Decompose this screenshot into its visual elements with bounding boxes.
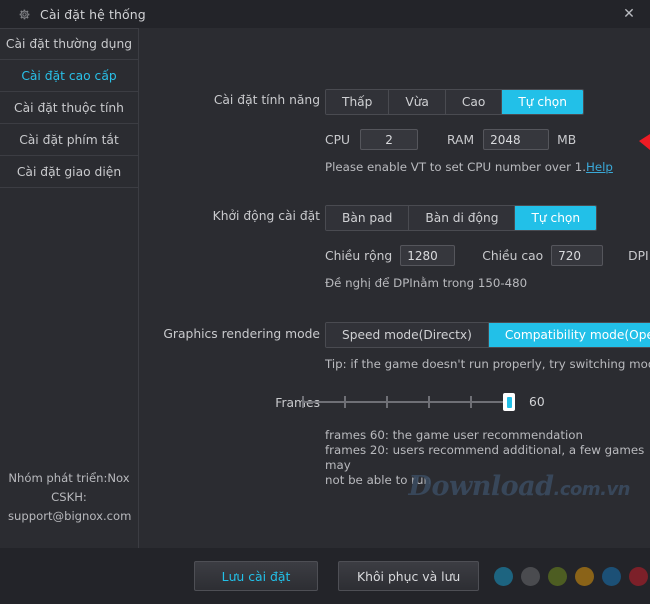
graphics-mode-group[interactable]: Speed mode(Directx) Compatibility mode(O… xyxy=(325,322,650,348)
vt-hint: Please enable VT to set CPU number over … xyxy=(325,160,613,174)
startup-option-tuchon[interactable]: Tự chọn xyxy=(515,206,596,230)
performance-option-cao[interactable]: Cao xyxy=(446,90,502,114)
slider-track xyxy=(302,401,515,403)
color-dot xyxy=(548,567,567,586)
dpi-hint: Đề nghị để DPInằm trong 150-480 xyxy=(325,276,527,290)
startup-section-label: Khởi động cài đặt xyxy=(139,209,320,223)
help-link[interactable]: Help xyxy=(586,160,613,174)
support-label: CSKH: xyxy=(8,488,130,507)
width-label: Chiều rộng xyxy=(325,249,392,263)
red-arrow-annotation xyxy=(637,100,650,172)
sidebar-item-label: Cài đặt cao cấp xyxy=(21,69,116,83)
frames-section-label: Frames xyxy=(139,396,320,410)
height-label: Chiều cao xyxy=(482,249,543,263)
performance-option-thap[interactable]: Thấp xyxy=(326,90,389,114)
graphics-option-directx[interactable]: Speed mode(Directx) xyxy=(326,323,489,347)
performance-option-vua[interactable]: Vừa xyxy=(389,90,446,114)
resolution-row: Chiều rộng Chiều cao DPI xyxy=(325,245,650,266)
color-dot xyxy=(575,567,594,586)
developer-team-text: Nhóm phát triển:Nox xyxy=(8,469,130,488)
gear-icon xyxy=(18,8,31,21)
performance-section-label: Cài đặt tính năng xyxy=(139,93,320,107)
cpu-ram-row: CPU RAM MB xyxy=(325,129,576,150)
color-dot xyxy=(521,567,540,586)
height-input[interactable] xyxy=(551,245,603,266)
graphics-tip: Tip: if the game doesn't run properly, t… xyxy=(325,357,650,371)
sidebar-item-thuoc-tinh[interactable]: Cài đặt thuộc tính xyxy=(0,92,138,124)
slider-tick xyxy=(470,396,472,408)
color-dot xyxy=(629,567,648,586)
graphics-section-label: Graphics rendering mode xyxy=(139,327,320,341)
support-email: support@bignox.com xyxy=(8,507,130,526)
cpu-label: CPU xyxy=(325,133,350,147)
width-input[interactable] xyxy=(400,245,455,266)
performance-option-tuchon[interactable]: Tự chọn xyxy=(502,90,583,114)
slider-tick xyxy=(344,396,346,408)
sidebar-item-label: Cài đặt thường dụng xyxy=(6,37,132,51)
startup-option-ban-pad[interactable]: Bàn pad xyxy=(326,206,409,230)
sidebar-item-phim-tat[interactable]: Cài đặt phím tắt xyxy=(0,124,138,156)
sidebar-item-label: Cài đặt giao diện xyxy=(17,165,121,179)
startup-mode-group[interactable]: Bàn pad Bàn di động Tự chọn xyxy=(325,205,597,231)
performance-mode-group[interactable]: Thấp Vừa Cao Tự chọn xyxy=(325,89,584,115)
watermark-suffix: .com.vn xyxy=(553,479,630,500)
system-settings-window: Cài đặt hệ thống ✕ Cài đặt thường dụng C… xyxy=(0,0,650,604)
watermark: Download.com.vn xyxy=(409,471,630,502)
window-title: Cài đặt hệ thống xyxy=(40,7,146,22)
footer-bar: Lưu cài đặt Khôi phục và lưu xyxy=(0,548,650,604)
sidebar-item-cao-cap[interactable]: Cài đặt cao cấp xyxy=(0,60,138,92)
frames-value: 60 xyxy=(529,395,545,409)
graphics-option-opengl[interactable]: Compatibility mode(OpenGL) xyxy=(489,323,650,347)
sidebar-item-label: Cài đặt thuộc tính xyxy=(14,101,124,115)
sidebar-item-label: Cài đặt phím tắt xyxy=(19,133,119,147)
sidebar: Cài đặt thường dụng Cài đặt cao cấp Cài … xyxy=(0,28,139,548)
ram-input[interactable] xyxy=(483,129,549,150)
startup-option-ban-di-dong[interactable]: Bàn di động xyxy=(409,206,515,230)
ram-label: RAM xyxy=(447,133,474,147)
slider-thumb[interactable] xyxy=(503,393,515,411)
color-dot xyxy=(494,567,513,586)
sidebar-item-giao-dien[interactable]: Cài đặt giao diện xyxy=(0,156,138,188)
window-body: Cài đặt thường dụng Cài đặt cao cấp Cài … xyxy=(0,28,650,548)
settings-panel: Cài đặt tính năng Thấp Vừa Cao Tự chọn C… xyxy=(139,28,650,548)
watermark-main: Download xyxy=(409,471,554,502)
slider-tick xyxy=(428,396,430,408)
sidebar-item-thuong-dung[interactable]: Cài đặt thường dụng xyxy=(0,28,138,60)
slider-tick xyxy=(302,396,304,408)
restore-and-save-button[interactable]: Khôi phục và lưu xyxy=(338,561,479,591)
color-dots xyxy=(494,567,648,586)
sidebar-footer: Nhóm phát triển:Nox CSKH: support@bignox… xyxy=(0,469,138,548)
slider-tick xyxy=(386,396,388,408)
dpi-label: DPI xyxy=(628,249,649,263)
vt-hint-text: Please enable VT to set CPU number over … xyxy=(325,160,586,174)
cpu-input[interactable] xyxy=(360,129,418,150)
frames-slider-row: 60 xyxy=(302,392,545,412)
color-dot xyxy=(602,567,621,586)
sidebar-spacer xyxy=(0,188,138,469)
save-settings-button[interactable]: Lưu cài đặt xyxy=(194,561,318,591)
close-icon[interactable]: ✕ xyxy=(608,0,650,28)
ram-unit-label: MB xyxy=(557,133,576,147)
frames-slider[interactable] xyxy=(302,392,515,412)
title-bar: Cài đặt hệ thống ✕ xyxy=(0,0,650,28)
